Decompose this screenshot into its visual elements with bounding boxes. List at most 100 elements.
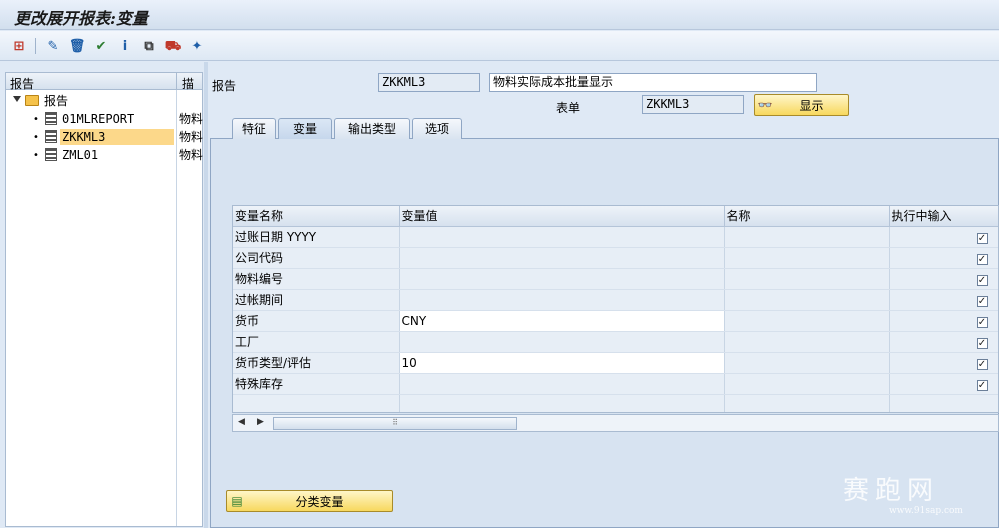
column-header[interactable]: 执行中输入: [889, 206, 998, 227]
variable-text-cell: [724, 331, 890, 353]
copy-icon[interactable]: ⧉: [140, 37, 158, 55]
watermark: 赛跑网 www.91sap.com: [843, 470, 993, 520]
scroll-left-icon[interactable]: ◀: [238, 417, 245, 427]
toolbar-separator: [35, 38, 36, 54]
table-row[interactable]: 货币 CNY ✓: [233, 310, 998, 332]
runtime-input-checkbox[interactable]: ✓: [976, 232, 988, 244]
table-row[interactable]: 工厂 ✓: [233, 331, 998, 353]
tab-2[interactable]: 变量: [278, 118, 332, 139]
form-field[interactable]: ZKKML3: [642, 95, 744, 114]
bullet-icon: •: [33, 132, 39, 143]
edit-glasses-icon[interactable]: ✎: [44, 37, 62, 55]
input-at-runtime-cell[interactable]: ✓: [889, 226, 998, 248]
runtime-input-checkbox[interactable]: ✓: [976, 358, 988, 370]
display-button-label: 显示: [799, 98, 824, 113]
report-field[interactable]: ZKKML3: [378, 73, 480, 92]
runtime-input-checkbox[interactable]: ✓: [976, 379, 988, 391]
delete-icon[interactable]: 🗑: [68, 37, 86, 55]
bullet-icon: •: [33, 150, 39, 161]
tree-header-divider[interactable]: [176, 73, 177, 89]
variable-name-cell: 过帐期间: [233, 289, 400, 311]
check-icon[interactable]: ✔: [92, 37, 110, 55]
watermark-url: www.91sap.com: [889, 506, 963, 516]
scroll-right-icon[interactable]: ▶: [257, 417, 264, 427]
glasses-icon: 👓: [757, 98, 773, 112]
variable-value-cell[interactable]: 10: [399, 352, 725, 374]
variable-name-cell: 特殊库存: [233, 373, 400, 395]
sort-icon: ▤: [231, 494, 243, 508]
display-button[interactable]: 👓 显示: [754, 94, 849, 116]
tab-3[interactable]: 输出类型: [334, 118, 410, 139]
input-at-runtime-cell[interactable]: ✓: [889, 247, 998, 269]
table-row[interactable]: 公司代码 ✓: [233, 247, 998, 269]
input-at-runtime-cell[interactable]: [889, 394, 998, 412]
variable-text-cell: [724, 394, 890, 412]
info-icon[interactable]: i: [116, 37, 134, 55]
input-at-runtime-cell[interactable]: ✓: [889, 331, 998, 353]
table-row[interactable]: 过账日期 YYYY ✓: [233, 226, 998, 248]
variable-value-cell[interactable]: CNY: [399, 310, 725, 332]
table-row[interactable]: 过帐期间 ✓: [233, 289, 998, 311]
variable-name-cell: 物料编号: [233, 268, 400, 290]
expand-triangle-icon[interactable]: [13, 96, 21, 102]
runtime-input-checkbox[interactable]: ✓: [976, 295, 988, 307]
tree-root-label[interactable]: 报告: [42, 93, 102, 109]
report-icon: [45, 148, 57, 161]
variable-value-cell[interactable]: [399, 331, 725, 353]
report-tree: 报告 • 01MLREPORT 物料 • ZKKML3 物料 • ZML01 物料: [5, 90, 203, 527]
tree-item-desc: 物料: [179, 130, 204, 144]
variable-name-cell: 公司代码: [233, 247, 400, 269]
report-icon: [45, 130, 57, 143]
column-header[interactable]: 变量值: [399, 206, 725, 227]
window-title: 更改展开报表:变量: [14, 9, 148, 28]
variable-name-cell: 过账日期 YYYY: [233, 226, 400, 248]
variable-value-cell[interactable]: [399, 289, 725, 311]
tree-root[interactable]: 报告: [6, 92, 203, 110]
splitter[interactable]: [204, 62, 208, 528]
tree-header: 报告 描: [5, 72, 203, 91]
tree-item[interactable]: • ZML01 物料: [6, 146, 203, 164]
variable-value-cell[interactable]: [399, 394, 725, 412]
watermark-text: 赛跑网: [843, 476, 940, 506]
tree-item[interactable]: • ZKKML3 物料: [6, 128, 203, 146]
magic-wand-icon[interactable]: ✦: [188, 37, 206, 55]
variable-name-cell: 工厂: [233, 331, 400, 353]
sort-variables-label: 分类变量: [295, 494, 344, 509]
variable-text-cell: [724, 226, 890, 248]
input-at-runtime-cell[interactable]: ✓: [889, 310, 998, 332]
input-at-runtime-cell[interactable]: ✓: [889, 268, 998, 290]
column-header[interactable]: 变量名称: [233, 206, 400, 227]
sort-variables-button[interactable]: ▤ 分类变量: [226, 490, 393, 512]
tab-4[interactable]: 选项: [412, 118, 462, 139]
input-at-runtime-cell[interactable]: ✓: [889, 373, 998, 395]
variable-text-cell: [724, 352, 890, 374]
column-header[interactable]: 名称: [724, 206, 890, 227]
variable-text-cell: [724, 373, 890, 395]
scroll-thumb[interactable]: ⠿: [273, 417, 517, 430]
input-at-runtime-cell[interactable]: ✓: [889, 289, 998, 311]
variable-text-cell: [724, 289, 890, 311]
hierarchy-icon[interactable]: ⊞: [10, 37, 28, 55]
report-label: 报告: [212, 79, 237, 93]
table-row[interactable]: 物料编号 ✓: [233, 268, 998, 290]
tree-item-label[interactable]: 01MLREPORT: [60, 111, 174, 127]
transport-icon[interactable]: ⛟: [164, 37, 182, 55]
runtime-input-checkbox[interactable]: ✓: [976, 274, 988, 286]
table-row[interactable]: [233, 394, 998, 412]
report-description-field[interactable]: 物料实际成本批量显示: [489, 73, 817, 92]
horizontal-scrollbar[interactable]: ◀ ▶ ⠿: [232, 414, 999, 432]
tab-1[interactable]: 特征: [232, 118, 276, 139]
variable-value-cell[interactable]: [399, 373, 725, 395]
table-row[interactable]: 货币类型/评估 10 ✓: [233, 352, 998, 374]
runtime-input-checkbox[interactable]: ✓: [976, 337, 988, 349]
runtime-input-checkbox[interactable]: ✓: [976, 253, 988, 265]
tree-item-label[interactable]: ZML01: [60, 147, 174, 163]
runtime-input-checkbox[interactable]: ✓: [976, 316, 988, 328]
tree-item[interactable]: • 01MLREPORT 物料: [6, 110, 203, 128]
tree-item-label[interactable]: ZKKML3: [60, 129, 174, 145]
input-at-runtime-cell[interactable]: ✓: [889, 352, 998, 374]
variable-value-cell[interactable]: [399, 226, 725, 248]
variable-value-cell[interactable]: [399, 268, 725, 290]
table-row[interactable]: 特殊库存 ✓: [233, 373, 998, 395]
variable-value-cell[interactable]: [399, 247, 725, 269]
